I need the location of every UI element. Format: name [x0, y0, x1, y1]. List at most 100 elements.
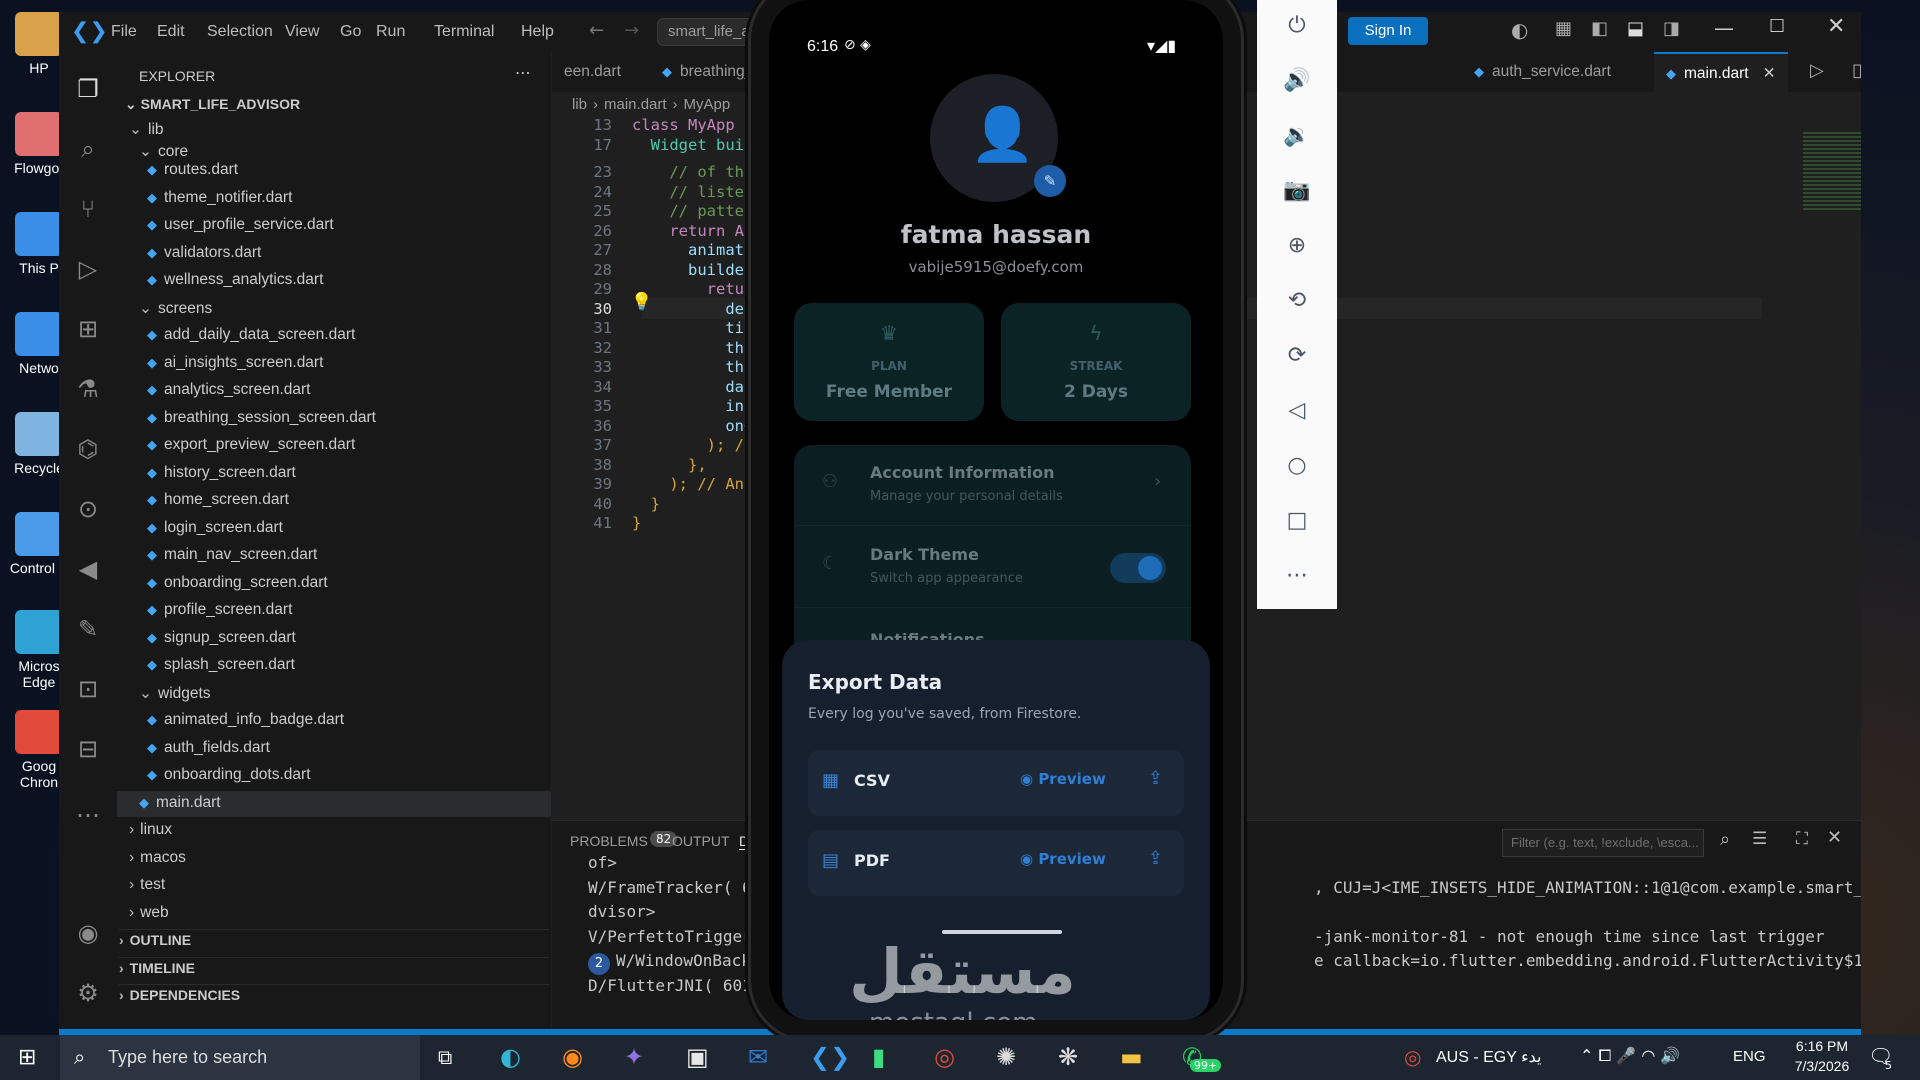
python-icon[interactable]: ⌬	[73, 434, 103, 464]
editor-tab[interactable]: ◆ auth_service.dart	[1462, 52, 1623, 92]
file-item[interactable]: ◆ theme_notifier.dart	[147, 189, 292, 207]
file-item[interactable]: ◆ onboarding_dots.dart	[147, 766, 311, 784]
clock-time[interactable]: 6:16 PM	[1787, 1038, 1857, 1054]
clock-date[interactable]: 7/3/2026	[1782, 1058, 1862, 1074]
file-item[interactable]: ◆ main_nav_screen.dart	[147, 546, 317, 564]
emulator-more-icon[interactable]: ⋯	[1281, 560, 1313, 592]
menu-view[interactable]: View	[285, 23, 319, 41]
run-icon[interactable]: ▷	[1810, 60, 1824, 81]
language-region[interactable]: AUS - EGY يدء	[1436, 1047, 1541, 1067]
edge-icon[interactable]: ◐	[500, 1043, 521, 1071]
source-control-icon[interactable]: ⑂	[73, 194, 103, 224]
panel-search-icon[interactable]: ⌕	[1720, 829, 1730, 850]
breadcrumb-item[interactable]: lib	[572, 96, 587, 113]
menu-selection[interactable]: Selection	[207, 23, 273, 41]
testing-icon[interactable]: ⚗	[73, 374, 103, 404]
dark-theme-toggle[interactable]	[1110, 553, 1166, 583]
clear-output-icon[interactable]: ☰	[1752, 829, 1767, 849]
file-item[interactable]: ◆ routes.dart	[147, 161, 238, 179]
folder-web[interactable]: › web	[129, 904, 169, 922]
taskbar-search[interactable]: ⌕ Type here to search	[60, 1035, 420, 1080]
folder-lib[interactable]: ⌄ lib	[129, 120, 164, 139]
outlook-icon[interactable]: ✉	[748, 1043, 768, 1071]
file-main-dart[interactable]: ◆ main.dart	[139, 794, 221, 812]
maximize-panel-icon[interactable]: ⛶	[1796, 829, 1808, 849]
file-item[interactable]: ◆ ai_insights_screen.dart	[147, 354, 323, 372]
chrome-tray-icon[interactable]: ◎	[1404, 1045, 1421, 1069]
flutter-icon[interactable]: ◀	[73, 554, 103, 584]
folder-linux[interactable]: › linux	[129, 821, 172, 839]
search-icon[interactable]: ⌕	[73, 134, 103, 164]
minimize-icon[interactable]: —	[1714, 16, 1734, 40]
lightbulb-icon[interactable]: 💡	[631, 292, 652, 312]
file-item[interactable]: ◆ breathing_session_screen.dart	[147, 409, 376, 427]
file-item[interactable]: ◆ analytics_screen.dart	[147, 381, 310, 399]
chatgpt-icon[interactable]: ❋	[1058, 1043, 1078, 1071]
inspect-icon[interactable]: ⊡	[73, 674, 103, 704]
folder-test[interactable]: › test	[129, 876, 165, 894]
file-item[interactable]: ◆ profile_screen.dart	[147, 601, 292, 619]
menu-go[interactable]: Go	[340, 23, 361, 41]
edit-icon[interactable]: ✎	[73, 614, 103, 644]
vscode-taskbar-icon[interactable]: ❮❯	[810, 1043, 850, 1071]
extensions-icon[interactable]: ⊞	[73, 314, 103, 344]
dark-theme-row[interactable]: ☾ Dark Theme Switch app appearance	[794, 525, 1191, 608]
split-editor-icon[interactable]: ◫	[1852, 60, 1861, 81]
file-item[interactable]: ◆ signup_screen.dart	[147, 629, 296, 647]
back-icon[interactable]: ◁	[1281, 395, 1313, 427]
preview-icon[interactable]: ⊟	[73, 734, 103, 764]
back-arrow-icon[interactable]: ←	[589, 20, 604, 41]
file-item[interactable]: ◆ splash_screen.dart	[147, 656, 295, 674]
editor-tab[interactable]: een.dart	[552, 52, 633, 92]
tray-icons[interactable]: ⌃ ⧠ 🎤 ◠ 🔊	[1580, 1046, 1680, 1066]
close-panel-icon[interactable]: ✕	[1827, 827, 1842, 848]
folder-screens[interactable]: ⌄ screens	[139, 299, 212, 318]
file-item[interactable]: ◆ add_daily_data_screen.dart	[147, 326, 355, 344]
m365-icon[interactable]: ✦	[624, 1043, 644, 1071]
csv-preview-button[interactable]: ◉ Preview	[1020, 770, 1106, 788]
file-item[interactable]: ◆ login_screen.dart	[147, 519, 283, 537]
menu-help[interactable]: Help	[521, 23, 554, 41]
section-dependencies[interactable]: › DEPENDENCIES	[119, 984, 549, 1003]
camera-icon[interactable]: 📷	[1281, 175, 1313, 207]
chrome-icon[interactable]: ◎	[934, 1043, 955, 1071]
toggle-sidebar-icon[interactable]: ◧	[1591, 18, 1608, 39]
run-debug-icon[interactable]: ▷	[73, 254, 103, 284]
file-item[interactable]: ◆ wellness_analytics.dart	[147, 271, 323, 289]
menu-run[interactable]: Run	[376, 23, 405, 41]
explorer-icon[interactable]: ❐	[73, 74, 103, 104]
zoom-icon[interactable]: ⊕	[1281, 230, 1313, 262]
windows-start-icon[interactable]: ⊞	[18, 1045, 36, 1070]
home-icon[interactable]: ○	[1281, 450, 1313, 482]
close-window-icon[interactable]: ✕	[1827, 14, 1845, 39]
csv-row[interactable]: ▦ CSV ◉ Preview ⇪	[808, 750, 1184, 816]
layout-customize-icon[interactable]: ▦	[1555, 18, 1572, 39]
copilot-icon[interactable]: ◐	[1511, 18, 1528, 42]
maximize-icon[interactable]: ☐	[1769, 16, 1785, 37]
more-icon[interactable]: …	[73, 794, 103, 824]
task-view-icon[interactable]: ⧉	[438, 1045, 452, 1069]
settings-gear-icon[interactable]: ⚙	[73, 978, 103, 1008]
filter-input[interactable]: Filter (e.g. text, !exclude, \esca...	[1502, 829, 1704, 857]
account-row[interactable]: ⚇ Account Information Manage your person…	[794, 445, 1191, 526]
sign-in-button[interactable]: Sign In	[1348, 17, 1428, 45]
pdf-preview-button[interactable]: ◉ Preview	[1020, 850, 1106, 868]
menu-edit[interactable]: Edit	[157, 23, 185, 41]
panel-tab-problems[interactable]: PROBLEMS	[570, 833, 648, 849]
explorer-more-icon[interactable]: ⋯	[515, 64, 531, 83]
csv-share-icon[interactable]: ⇪	[1148, 768, 1163, 789]
panel-tab-output[interactable]: OUTPUT	[672, 833, 730, 849]
file-item[interactable]: ◆ validators.dart	[147, 244, 261, 262]
android-emulator-icon[interactable]: ▮	[872, 1043, 885, 1071]
editor-tab[interactable]: ◆ main.dart ✕	[1654, 52, 1788, 94]
file-item[interactable]: ◆ user_profile_service.dart	[147, 216, 334, 234]
folder-widgets[interactable]: ⌄ widgets	[139, 684, 211, 703]
remote-icon[interactable]: ⊙	[73, 494, 103, 524]
file-item[interactable]: ◆ history_screen.dart	[147, 464, 296, 482]
input-language[interactable]: ENG	[1733, 1048, 1766, 1065]
breadcrumb-item[interactable]: main.dart	[604, 96, 667, 113]
rotate-right-icon[interactable]: ⟳	[1281, 340, 1313, 372]
file-item[interactable]: ◆ auth_fields.dart	[147, 739, 270, 757]
folder-core[interactable]: ⌄ core	[139, 142, 188, 161]
menu-file[interactable]: File	[111, 23, 137, 41]
